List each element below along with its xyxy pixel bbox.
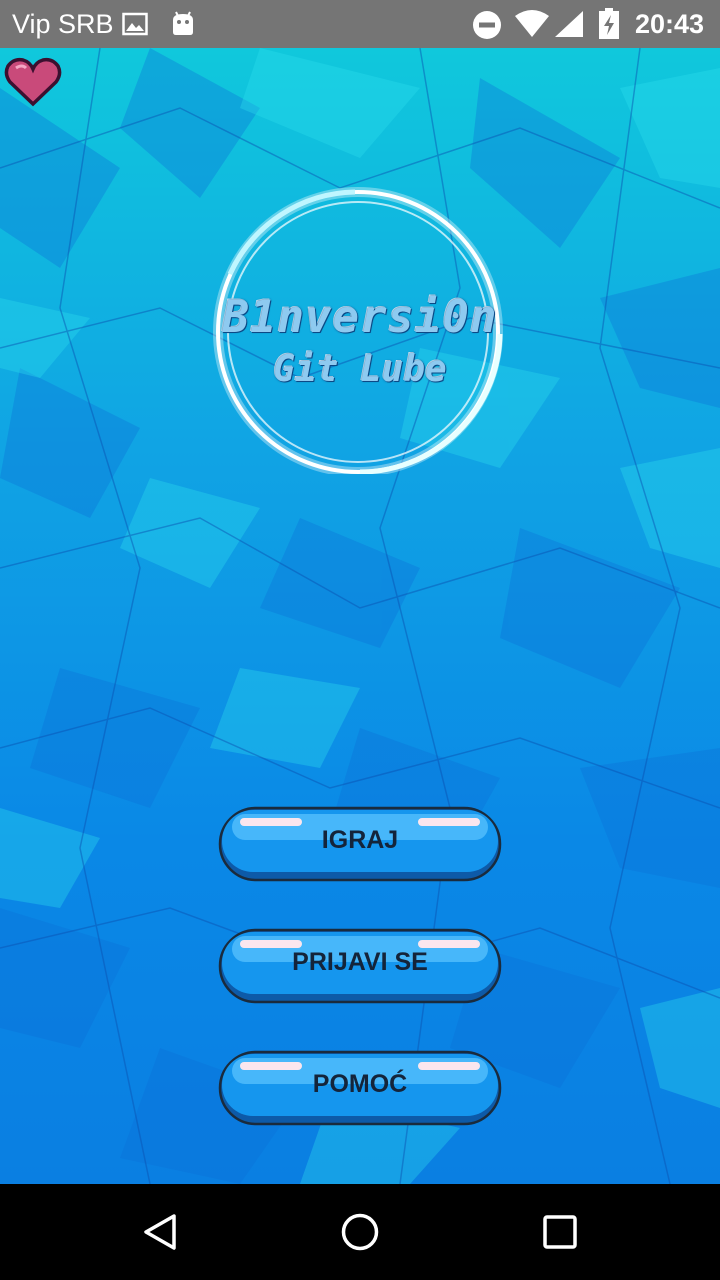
sign-in-button-label: PRIJAVI SE (292, 948, 428, 976)
android-icon (170, 8, 196, 41)
clock: 20:43 (634, 9, 704, 39)
image-icon (122, 12, 148, 41)
home-icon (341, 1213, 379, 1251)
sign-in-button[interactable]: PRIJAVI SE (218, 928, 502, 1004)
logo-title: B1nversi0n (222, 292, 498, 343)
phone-screen: Vip SRB 20:43 B1nversi0n Git Lube IGRAJ … (0, 0, 720, 1280)
help-button-label: POMOĆ (312, 1070, 408, 1098)
status-bar: Vip SRB 20:43 (0, 0, 720, 48)
cell-signal-icon (554, 10, 584, 43)
play-button-label: IGRAJ (321, 826, 399, 854)
main-menu-screen: B1nversi0n Git Lube IGRAJ PRIJAVI SE POM… (0, 48, 720, 1184)
carrier-name: Vip SRB (12, 9, 114, 39)
recents-icon (543, 1215, 577, 1249)
do-not-disturb-icon (472, 10, 502, 45)
back-icon (144, 1214, 176, 1250)
navigation-bar (0, 1184, 720, 1280)
home-button[interactable] (328, 1202, 392, 1262)
logo-subtitle: Git Lube (273, 349, 447, 390)
wifi-icon (514, 10, 550, 43)
game-logo: B1nversi0n Git Lube (200, 184, 520, 474)
battery-charging-icon (598, 8, 620, 45)
heart-icon (4, 56, 62, 113)
play-button[interactable]: IGRAJ (218, 806, 502, 882)
help-button[interactable]: POMOĆ (218, 1050, 502, 1126)
back-button[interactable] (128, 1202, 192, 1262)
recents-button[interactable] (528, 1202, 592, 1262)
